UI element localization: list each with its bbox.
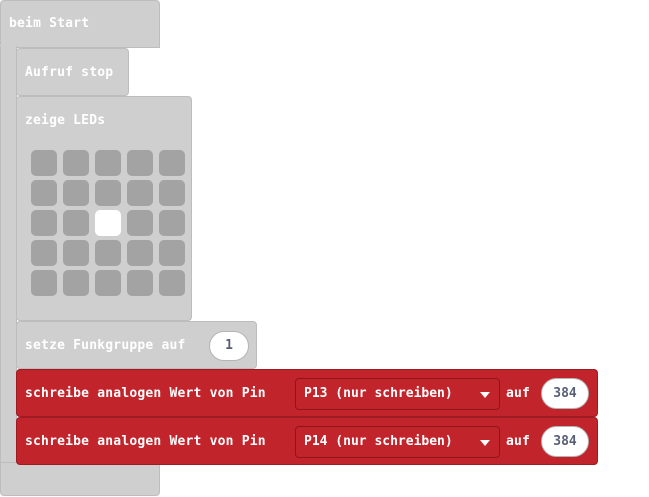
led-r1-c2[interactable] [95, 180, 121, 206]
show-leds-block[interactable]: zeige LEDs [16, 96, 192, 321]
analog-write-conj-2: auf [506, 434, 531, 449]
led-r2-c3[interactable] [127, 210, 153, 236]
led-r1-c1[interactable] [63, 180, 89, 206]
analog-write-block-1[interactable]: schreibe analogen Wert von Pin P13 (nur … [16, 369, 598, 417]
pin-dropdown-value-2: P14 (nur schreiben) [304, 434, 453, 449]
led-r3-c2[interactable] [95, 240, 121, 266]
call-stop-block[interactable]: Aufruf stop [16, 48, 129, 96]
led-r0-c3[interactable] [127, 150, 153, 176]
led-r0-c4[interactable] [159, 150, 185, 176]
show-leds-label: zeige LEDs [25, 113, 106, 128]
led-r1-c4[interactable] [159, 180, 185, 206]
led-r4-c0[interactable] [31, 270, 57, 296]
analog-write-block-2[interactable]: schreibe analogen Wert von Pin P14 (nur … [16, 417, 598, 465]
radio-group-value[interactable]: 1 [209, 331, 249, 361]
on-start-block[interactable]: beim Start [0, 0, 160, 48]
led-r1-c0[interactable] [31, 180, 57, 206]
analog-write-label-2: schreibe analogen Wert von Pin [25, 434, 266, 449]
led-r4-c2[interactable] [95, 270, 121, 296]
led-r2-c0[interactable] [31, 210, 57, 236]
led-r3-c3[interactable] [127, 240, 153, 266]
on-start-arm [0, 46, 17, 470]
analog-write-value-2[interactable]: 384 [541, 426, 589, 457]
led-r2-c1[interactable] [63, 210, 89, 236]
pin-dropdown-value-1: P13 (nur schreiben) [304, 386, 453, 401]
led-r2-c4[interactable] [159, 210, 185, 236]
led-r2-c2[interactable] [95, 210, 121, 236]
led-r3-c0[interactable] [31, 240, 57, 266]
call-stop-label: Aufruf stop [25, 65, 114, 80]
analog-write-label-1: schreibe analogen Wert von Pin [25, 386, 266, 401]
set-radio-group-block[interactable]: setze Funkgruppe auf 1 [16, 321, 257, 369]
on-start-footer [0, 462, 160, 496]
pin-dropdown-2[interactable]: P14 (nur schreiben) [295, 426, 500, 458]
pin-dropdown-1[interactable]: P13 (nur schreiben) [295, 378, 500, 410]
led-r1-c3[interactable] [127, 180, 153, 206]
set-radio-group-label: setze Funkgruppe auf [25, 338, 186, 353]
chevron-down-icon [480, 440, 490, 446]
led-r0-c2[interactable] [95, 150, 121, 176]
led-grid [31, 150, 185, 300]
led-r0-c0[interactable] [31, 150, 57, 176]
led-r3-c1[interactable] [63, 240, 89, 266]
analog-write-conj-1: auf [506, 386, 531, 401]
chevron-down-icon [480, 392, 490, 398]
led-r4-c4[interactable] [159, 270, 185, 296]
led-r0-c1[interactable] [63, 150, 89, 176]
led-r4-c3[interactable] [127, 270, 153, 296]
analog-write-value-1[interactable]: 384 [541, 378, 589, 409]
led-r4-c1[interactable] [63, 270, 89, 296]
led-r3-c4[interactable] [159, 240, 185, 266]
on-start-label: beim Start [9, 16, 90, 31]
